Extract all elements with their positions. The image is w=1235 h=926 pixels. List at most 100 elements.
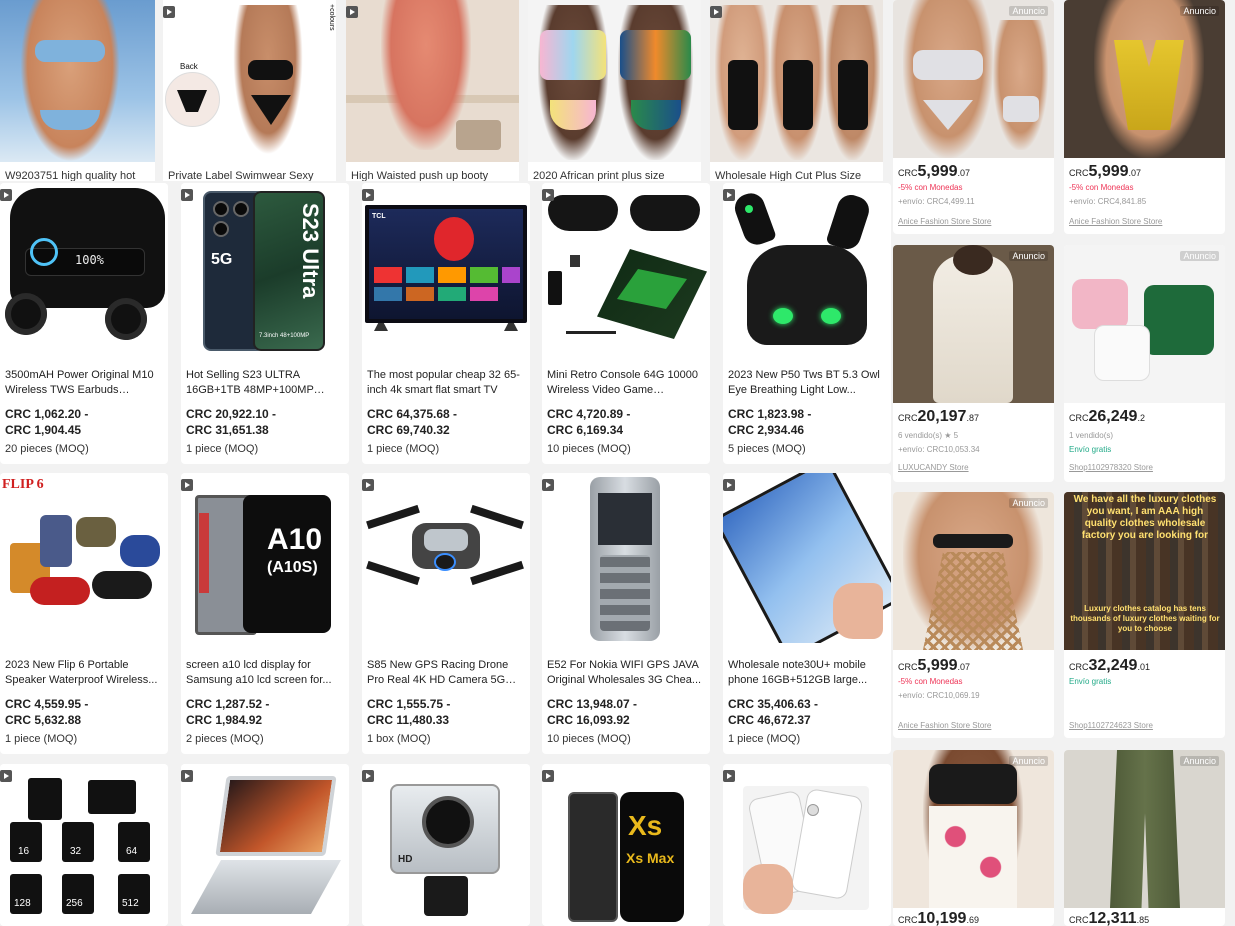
ad-card[interactable]: Anuncio CRC5,999.07 -5% con Monedas +env…: [893, 492, 1054, 738]
product-card[interactable]: TCL The most popular cheap 32 65-inch 4k…: [362, 183, 530, 464]
product-card[interactable]: S85 New GPS Racing Drone Pro Real 4K HD …: [362, 473, 530, 754]
product-card[interactable]: Mini Retro Console 64G 10000 Wireless Vi…: [542, 183, 710, 464]
price-max: CRC 31,651.38: [186, 423, 269, 437]
product-card[interactable]: FLIP 6 2023 New Flip 6 Portable Speaker …: [0, 473, 168, 754]
ad-image[interactable]: We have all the luxury clothes you want,…: [1064, 492, 1225, 650]
product-image[interactable]: A10 (A10S): [181, 473, 349, 643]
product-card[interactable]: A10 (A10S) screen a10 lcd display for Sa…: [181, 473, 349, 754]
ad-store-link[interactable]: Shop1102724623 Store: [1069, 721, 1153, 730]
product-title[interactable]: S85 New GPS Racing Drone Pro Real 4K HD …: [367, 658, 522, 688]
product-card[interactable]: 16 32 64 128 256 512: [0, 764, 168, 926]
product-image[interactable]: 100%: [0, 183, 168, 353]
product-card[interactable]: 2023 New P50 Tws BT 5.3 Owl Eye Breathin…: [723, 183, 891, 464]
product-title[interactable]: High Waisted push up booty: [351, 170, 488, 181]
tv-brand-label: TCL: [372, 213, 386, 220]
product-title[interactable]: Private Label Swimwear Sexy: [168, 170, 314, 181]
ad-shipping: +envío: CRC10,069.19: [898, 691, 980, 700]
product-image[interactable]: Back +colours: [163, 0, 336, 162]
product-card[interactable]: E52 For Nokia WIFI GPS JAVA Original Who…: [542, 473, 710, 754]
ad-card[interactable]: Anuncio CRC26,249.2 1 vendido(s) Envío g…: [1064, 245, 1225, 482]
video-icon: [181, 770, 193, 782]
product-card[interactable]: HD: [362, 764, 530, 926]
ad-image[interactable]: Anuncio: [893, 245, 1054, 403]
video-icon: [0, 770, 12, 782]
hd-label: HD: [398, 854, 413, 865]
ad-store-link[interactable]: Anice Fashion Store Store: [898, 721, 991, 730]
ad-image[interactable]: Anuncio: [1064, 245, 1225, 403]
sd-512-label: 512: [122, 898, 139, 909]
ad-card[interactable]: We have all the luxury clothes you want,…: [1064, 492, 1225, 738]
product-card[interactable]: [723, 764, 891, 926]
top-strip-item[interactable]: High Waisted push up booty: [346, 0, 519, 181]
product-card[interactable]: [181, 764, 349, 926]
ad-card[interactable]: Anuncio CRC20,197.87 6 vendido(s) ★ 5 +e…: [893, 245, 1054, 482]
min-order-quantity: 20 pieces (MOQ): [5, 443, 89, 455]
min-order-quantity: 1 piece (MOQ): [728, 733, 801, 745]
product-image[interactable]: [528, 0, 701, 162]
price-min: CRC 4,720.89 -: [547, 407, 631, 421]
product-title[interactable]: 3500mAH Power Original M10 Wireless TWS …: [5, 368, 160, 398]
product-image[interactable]: TCL: [362, 183, 530, 353]
product-image[interactable]: 5G S23 Ultra 7.3inch 48+100MP: [181, 183, 349, 353]
product-image[interactable]: [346, 0, 519, 162]
product-title[interactable]: E52 For Nokia WIFI GPS JAVA Original Who…: [547, 658, 702, 688]
product-image[interactable]: [362, 473, 530, 643]
product-title[interactable]: 2023 New P50 Tws BT 5.3 Owl Eye Breathin…: [728, 368, 883, 398]
ad-badge: Anuncio: [1009, 6, 1048, 16]
xs-label: Xs: [628, 810, 663, 841]
ad-discount: -5% con Monedas: [1069, 183, 1134, 192]
ad-store-link[interactable]: Anice Fashion Store Store: [1069, 217, 1162, 226]
product-image[interactable]: Xs Xs Max: [542, 764, 710, 926]
colours-label: +colours: [328, 4, 335, 31]
product-image[interactable]: HD: [362, 764, 530, 926]
phone-5g-label: 5G: [211, 251, 233, 268]
ad-store-link[interactable]: LUXUCANDY Store: [898, 463, 969, 472]
product-title[interactable]: Wholesale High Cut Plus Size: [715, 170, 861, 181]
product-title[interactable]: Wholesale note30U+ mobile phone 16GB+512…: [728, 658, 883, 688]
product-card[interactable]: 5G S23 Ultra 7.3inch 48+100MP Hot Sellin…: [181, 183, 349, 464]
product-card[interactable]: Xs Xs Max: [542, 764, 710, 926]
ad-card[interactable]: Anuncio CRC5,999.07 -5% con Monedas +env…: [893, 0, 1054, 234]
product-title[interactable]: 2023 New Flip 6 Portable Speaker Waterpr…: [5, 658, 160, 688]
ad-image[interactable]: Anuncio: [893, 0, 1054, 158]
ad-store-link[interactable]: Shop1102978320 Store: [1069, 463, 1153, 472]
product-title[interactable]: Mini Retro Console 64G 10000 Wireless Vi…: [547, 368, 702, 398]
product-image[interactable]: 16 32 64 128 256 512: [0, 764, 168, 926]
top-strip-item[interactable]: W9203751 high quality hot: [0, 0, 155, 181]
product-image[interactable]: [542, 183, 710, 353]
top-strip-item[interactable]: Wholesale High Cut Plus Size: [710, 0, 883, 181]
ad-image[interactable]: Anuncio: [1064, 750, 1225, 908]
product-image[interactable]: FLIP 6: [0, 473, 168, 643]
ad-badge: Anuncio: [1180, 251, 1219, 261]
product-title[interactable]: W9203751 high quality hot: [5, 170, 135, 181]
product-card[interactable]: Wholesale note30U+ mobile phone 16GB+512…: [723, 473, 891, 754]
ad-price: CRC12,311.85: [1069, 910, 1150, 926]
ad-card[interactable]: Anuncio CRC12,311.85: [1064, 750, 1225, 926]
min-order-quantity: 10 pieces (MOQ): [547, 443, 631, 455]
product-title[interactable]: Hot Selling S23 ULTRA 16GB+1TB 48MP+100M…: [186, 368, 341, 398]
top-strip-item[interactable]: Back +colours Private Label Swimwear Sex…: [163, 0, 336, 181]
ad-card[interactable]: Anuncio CRC10,199.69: [893, 750, 1054, 926]
product-image[interactable]: [542, 473, 710, 643]
ad-badge: Anuncio: [1180, 6, 1219, 16]
ad-image[interactable]: Anuncio: [1064, 0, 1225, 158]
product-title[interactable]: The most popular cheap 32 65-inch 4k sma…: [367, 368, 522, 398]
price-max: CRC 2,934.46: [728, 423, 805, 437]
product-image[interactable]: [181, 764, 349, 926]
ad-image[interactable]: Anuncio: [893, 750, 1054, 908]
sd-128-label: 128: [14, 898, 31, 909]
product-title[interactable]: screen a10 lcd display for Samsung a10 l…: [186, 658, 341, 688]
product-image[interactable]: [723, 764, 891, 926]
product-card[interactable]: 100% 3500mAH Power Original M10 Wireless…: [0, 183, 168, 464]
product-image[interactable]: [0, 0, 155, 162]
ad-banner-text: We have all the luxury clothes you want,…: [1073, 494, 1217, 541]
ad-image[interactable]: Anuncio: [893, 492, 1054, 650]
product-image[interactable]: [723, 183, 891, 353]
top-strip-item[interactable]: 2020 African print plus size: [528, 0, 701, 181]
product-image[interactable]: [723, 473, 891, 643]
ad-card[interactable]: Anuncio CRC5,999.07 -5% con Monedas +env…: [1064, 0, 1225, 234]
ad-store-link[interactable]: Anice Fashion Store Store: [898, 217, 991, 226]
price-max: CRC 46,672.37: [728, 713, 811, 727]
product-image[interactable]: [710, 0, 883, 162]
product-title[interactable]: 2020 African print plus size: [533, 170, 664, 181]
